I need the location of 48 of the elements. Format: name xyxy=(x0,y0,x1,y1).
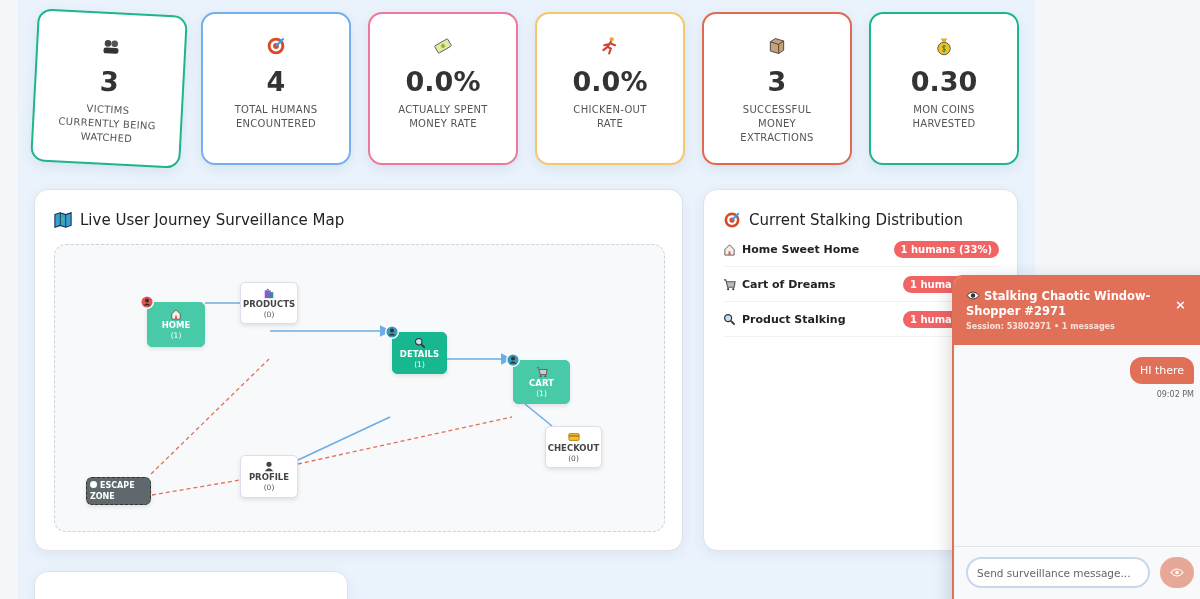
house-icon xyxy=(723,242,736,256)
money-bag-icon xyxy=(934,36,954,56)
page-name: Product Stalking xyxy=(742,312,847,326)
magnifier-icon xyxy=(413,336,426,349)
stat-value: 3 xyxy=(99,65,120,98)
node-label: PRODUCTS xyxy=(242,298,296,310)
count-badge: 1 humans (33%) xyxy=(893,240,999,258)
stat-label: VICTIMS CURRENTLY BEING WATCHED xyxy=(57,101,158,147)
target-icon xyxy=(723,211,741,229)
target-icon xyxy=(266,36,286,56)
stat-value: 0.0% xyxy=(405,66,481,97)
message-time: 09:02 PM xyxy=(1156,390,1194,399)
map-title: Live User Journey Surveillance Map xyxy=(80,211,345,229)
send-button[interactable] xyxy=(1160,557,1194,588)
message-input[interactable]: Send surveillance message... xyxy=(966,557,1150,588)
shopping-bags-icon xyxy=(263,286,275,299)
stat-label: SUCCESSFUL MONEY EXTRACTIONS xyxy=(739,103,815,145)
node-label: DETAILS xyxy=(399,348,440,360)
node-label: CART xyxy=(529,377,554,389)
cart-icon xyxy=(535,365,548,378)
stat-value: 0.30 xyxy=(910,66,978,97)
message-bubble: HI there xyxy=(1129,357,1194,384)
box-icon xyxy=(767,36,787,56)
stat-value: 0.0% xyxy=(572,66,648,97)
close-button[interactable]: × xyxy=(1171,296,1190,312)
map-icon xyxy=(54,211,72,229)
distribution-title: Current Stalking Distribution xyxy=(749,211,964,229)
house-icon xyxy=(170,308,182,320)
stat-value: 4 xyxy=(266,66,286,97)
node-label: HOME xyxy=(161,320,191,331)
node-label: CHECKOUT xyxy=(547,442,600,454)
cart-icon xyxy=(723,277,736,291)
escape-zone-node[interactable]: ESCAPE ZONE xyxy=(86,477,151,505)
node-label: PROFILE xyxy=(248,472,290,483)
person-icon xyxy=(263,460,275,472)
page-name: Home Sweet Home xyxy=(742,242,861,256)
connector-line xyxy=(204,302,241,304)
eye-icon xyxy=(1170,568,1184,577)
stat-label: CHICKEN-OUT RATE xyxy=(572,103,648,131)
card-icon xyxy=(567,430,580,443)
stat-label: ACTUALLY SPENT MONEY RATE xyxy=(397,103,489,131)
stat-label: TOTAL HUMANS ENCOUNTERED xyxy=(233,103,319,131)
connector-line xyxy=(524,403,553,427)
eye-icon xyxy=(966,291,980,300)
stat-label: MON COINS HARVESTED xyxy=(911,103,977,131)
stat-value: 3 xyxy=(767,66,787,97)
page-name: Cart of Dreams xyxy=(742,277,837,291)
magnifier-icon xyxy=(723,312,736,326)
